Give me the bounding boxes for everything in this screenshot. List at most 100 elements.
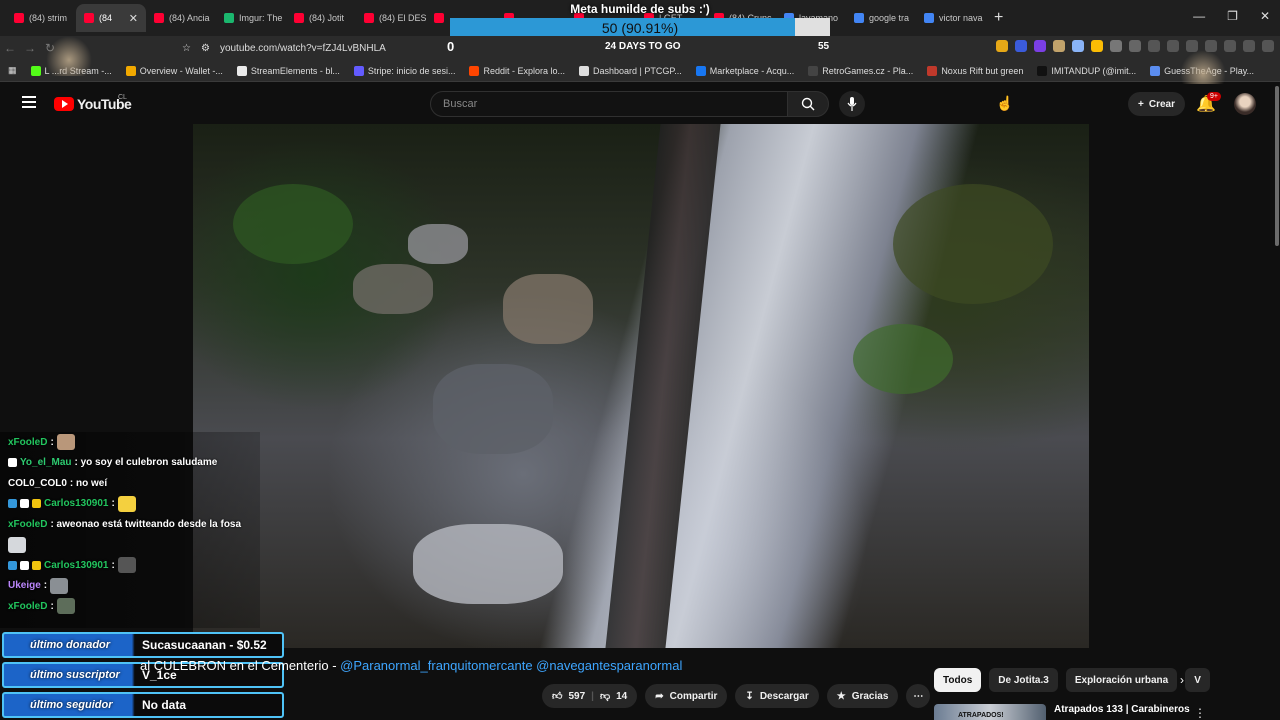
search-input[interactable]: Buscar [430,91,788,117]
page-scrollbar[interactable] [1275,86,1279,246]
site-info-icon[interactable]: ⚙ [201,43,210,54]
voice-search-button[interactable] [839,91,865,117]
tab-label: (84 [99,13,113,23]
extension-icon[interactable] [996,40,1008,52]
overlay-right-counter: 55 [818,41,830,52]
apps-grid-icon[interactable]: ▦ [8,65,17,76]
bookmark-item[interactable]: Noxus Rift but green [927,65,1024,76]
recommended-video[interactable]: ATRAPADOS! Atrapados 133 | Carabineros ⋮ [934,704,1206,720]
chat-username: xFooleD [8,600,48,612]
bookmark-item[interactable]: Dashboard | PTCGP... [579,65,682,76]
bookmark-item[interactable]: Stripe: inicio de sesi... [353,65,455,76]
alert-value: Sucasucaanan - $0.52 [142,638,267,652]
extension-icon[interactable] [1110,40,1122,52]
bookmark-favicon-icon [695,65,706,76]
omnibox[interactable]: ☆ ⚙ youtube.com/watch?v=fZJ4LvBNHLA [182,38,962,58]
tab-label: Imgur: The [239,13,283,23]
video-scene-ditch [605,124,721,648]
puzzle-icon[interactable] [1129,40,1141,52]
browser-tab[interactable]: (84) Ancia [146,4,216,32]
tab-label: victor nava [939,13,983,23]
chat-username: Ukeige [8,580,41,592]
bookmark-item[interactable]: Overview - Wallet -... [125,65,223,76]
bookmark-favicon-icon [236,65,247,76]
browser-tab[interactable]: victor nava [916,4,986,32]
chat-username: Yo_el_Mau [20,457,72,469]
chat-badge-icon [32,560,41,570]
recommended-thumbnail[interactable]: ATRAPADOS! [934,704,1046,720]
filter-chip[interactable]: Todos [934,668,982,692]
tab-label: (84) Ancia [169,13,210,23]
download-button[interactable]: ↧ Descargar [735,684,819,708]
chevron-right-icon[interactable]: › [1180,673,1184,687]
tab-favicon-icon [224,13,234,23]
video-scene-stone [503,274,593,344]
media-icon[interactable] [1167,40,1179,52]
bookmark-label: StreamElements - bl... [250,65,340,76]
menu-hamburger-icon[interactable] [22,96,36,108]
extension-icon[interactable] [1072,40,1084,52]
extension-icon[interactable] [1015,40,1027,52]
chat-username: xFooleD [8,518,48,530]
thanks-button[interactable]: ★ Gracias [826,684,899,708]
back-icon[interactable]: ← [0,41,20,55]
bookmark-item[interactable]: IMITANDUP (@imit... [1037,65,1137,76]
bookmark-label: IMITANDUP (@imit... [1051,65,1137,76]
bookmark-favicon-icon [353,65,364,76]
extension-icon[interactable] [1148,40,1160,52]
restore-icon[interactable]: ❐ [1227,9,1238,23]
extension-icon[interactable] [1034,40,1046,52]
thumbs-down-icon[interactable]: 👎︎ [600,690,610,702]
bookmark-label: Noxus Rift but green [941,65,1024,76]
browser-tab[interactable]: (84 ✕ [76,4,146,32]
video-scene-foliage [893,184,1053,304]
browser-tab[interactable]: Imgur: The [216,4,286,32]
dislike-count: 14 [616,690,628,702]
bookmark-item[interactable]: RetroGames.cz - Pla... [808,65,913,76]
browser-tab[interactable]: (84) El DES [356,4,426,32]
bookmark-item[interactable]: Reddit - Explora lo... [469,65,565,76]
chat-message: xFooleD: [0,432,260,453]
more-horizontal-icon: ⋯ [913,690,924,702]
video-actions: 👍︎ 597 | 👎︎ 14 ➦ Compartir ↧ Descargar ★… [542,684,931,708]
video-scene-foliage [233,184,353,264]
create-button[interactable]: + Crear [1128,92,1185,116]
search-button[interactable] [787,91,829,117]
bookmark-star-icon[interactable]: ☆ [182,43,191,54]
browser-tab[interactable]: (84) strim [6,4,76,32]
plus-icon: + [1138,98,1144,110]
new-tab-icon[interactable]: + [986,9,1011,27]
menu-icon[interactable] [1262,40,1274,52]
share-button[interactable]: ➦ Compartir [645,684,728,708]
chat-text: : aweonao está twitteando desde la fosa [50,518,242,530]
more-vertical-icon[interactable]: ⋮ [1194,706,1206,720]
filter-chip[interactable]: De Jotita.3 [989,668,1058,692]
goal-progress-text: 50 (90.91%) [601,20,679,36]
recommended-title[interactable]: Atrapados 133 | Carabineros [1054,704,1190,715]
video-title-mentions[interactable]: @Paranormal_franquitomercante @navegante… [340,658,682,673]
recommended-thumb-text: ATRAPADOS! [958,712,1004,719]
bookmark-label: Overview - Wallet -... [139,65,223,76]
url-text[interactable]: youtube.com/watch?v=fZJ4LvBNHLA [220,43,386,54]
youtube-header: YouTube CL Buscar + Crear 🔔 9+ [0,84,1280,124]
extension-icon[interactable] [1053,40,1065,52]
browser-tab[interactable]: (84) Jotit [286,4,356,32]
chat-emote-icon [117,495,136,512]
chat-emote-icon [56,598,75,615]
avatar[interactable] [1234,93,1256,115]
extension-icon[interactable] [1091,40,1103,52]
video-player[interactable] [193,124,1089,648]
tab-favicon-icon [364,13,374,23]
forward-icon[interactable]: → [20,41,40,55]
close-tab-icon[interactable]: ✕ [129,12,138,25]
filter-chip[interactable]: V [1185,668,1210,692]
bookmark-item[interactable]: Marketplace - Acqu... [695,65,794,76]
browser-tab[interactable]: google tra [846,4,916,32]
close-window-icon[interactable]: ✕ [1260,9,1270,23]
filter-chip[interactable]: Exploración urbana [1065,668,1178,692]
bookmark-item[interactable]: StreamElements - bl... [236,65,340,76]
like-button[interactable]: 👍︎ 597 | 👎︎ 14 [542,684,638,708]
shield-icon[interactable] [1243,40,1255,52]
more-actions-button[interactable]: ⋯ [906,684,931,708]
minimize-icon[interactable]: — [1193,9,1205,23]
